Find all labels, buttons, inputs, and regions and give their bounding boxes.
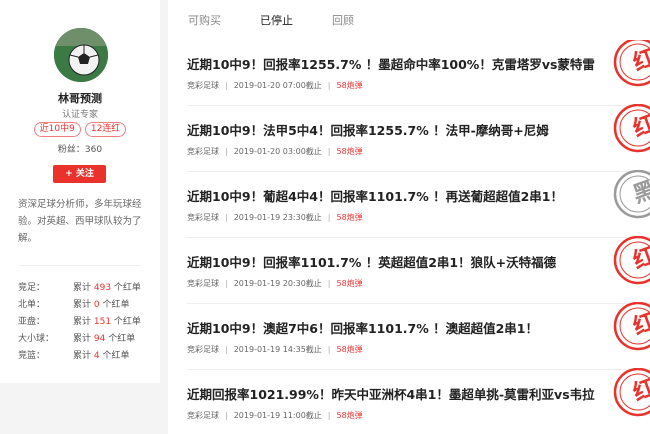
badge-streak: 12连红	[84, 122, 127, 137]
svg-text:红: 红	[630, 242, 650, 274]
avatar[interactable]	[54, 28, 108, 82]
result-stamp-icon: 红	[606, 367, 650, 420]
stat-row: 北单： 累计 0 个红单	[18, 300, 130, 310]
divider	[18, 265, 142, 266]
list-item[interactable]: 近期10中9！法甲5中4！回报率1255.7% ！法甲-摩纳哥+尼姆 竞彩足球 |…	[168, 103, 650, 172]
plan-title[interactable]: 近期10中9！澳超7中6！回报率1101.7% ！澳超超值2串1！	[187, 318, 538, 337]
result-stamp-icon: 黑	[606, 169, 650, 222]
plan-meta: 竞彩足球 | 2019-01-19 11:00截止 | 58炮弹	[187, 411, 363, 420]
list-item[interactable]: 近期10中9！回报率1101.7% ！英超超值2串1！狼队+沃特福德 竞彩足球 |…	[168, 235, 650, 304]
plan-title[interactable]: 近期10中9！葡超4中4！回报率1101.7% ！再送葡超超值2串1！	[187, 186, 563, 205]
svg-text:红: 红	[630, 374, 650, 406]
list-item[interactable]: 近期10中9！澳超7中6！回报率1101.7% ！澳超超值2串1！ 竞彩足球 | 2…	[168, 301, 650, 370]
expert-bio: 资深足球分析师，多年玩球经验。对英超、西甲球队较为了解。	[18, 199, 142, 244]
list-item[interactable]: 近期10中9！回报率1255.7% ！墨超命中率100%！克雷塔罗vs蒙特雷 竞…	[168, 40, 650, 106]
plan-list: 近期10中9！回报率1255.7% ！墨超命中率100%！克雷塔罗vs蒙特雷 竞…	[168, 40, 650, 434]
svg-text:黑: 黑	[630, 177, 650, 208]
follow-button[interactable]: + 关注	[53, 165, 106, 183]
svg-text:红: 红	[630, 110, 650, 142]
badge-row: 近10中9 12连红	[0, 122, 160, 137]
expert-sidebar: 林哥预测 认证专家 近10中9 12连红 粉丝：360 + 关注 资深足球分析师…	[0, 0, 160, 383]
plan-title[interactable]: 近期10中9！回报率1255.7% ！墨超命中率100%！克雷塔罗vs蒙特雷	[187, 54, 595, 73]
stat-row: 大小球： 累计 94 个红单	[18, 334, 136, 344]
badge-hit-rate: 近10中9	[33, 122, 81, 137]
stat-row: 竞篮： 累计 4 个红单	[18, 351, 130, 361]
result-stamp-icon: 红	[606, 103, 650, 156]
result-stamp-icon: 红	[606, 301, 650, 354]
result-stamp-icon: 红	[606, 235, 650, 288]
plan-meta: 竞彩足球 | 2019-01-19 14:35截止 | 58炮弹	[187, 345, 363, 354]
plan-meta: 竞彩足球 | 2019-01-20 03:00截止 | 58炮弹	[187, 147, 363, 156]
list-item[interactable]: 近期10中9！葡超4中4！回报率1101.7% ！再送葡超超值2串1！ 竞彩足球…	[168, 169, 650, 238]
svg-text:红: 红	[630, 308, 650, 340]
plan-title[interactable]: 近期10中9！法甲5中4！回报率1255.7% ！法甲-摩纳哥+尼姆	[187, 120, 549, 139]
stat-row: 亚盘： 累计 151 个红单	[18, 317, 141, 327]
list-item[interactable]: 近期回报率1021.99%！昨天中亚洲杯4串1！墨超单挑-莫雷利亚vs韦拉 竞彩…	[168, 367, 650, 434]
stat-row: 竞足： 累计 493 个红单	[18, 283, 141, 293]
result-stamp-icon: 红	[606, 40, 650, 90]
plan-meta: 竞彩足球 | 2019-01-19 23:30截止 | 58炮弹	[187, 213, 363, 222]
plan-title[interactable]: 近期回报率1021.99%！昨天中亚洲杯4串1！墨超单挑-莫雷利亚vs韦拉	[187, 384, 595, 403]
tab-purchasable[interactable]: 可购买	[188, 12, 221, 28]
svg-text:红: 红	[630, 44, 650, 76]
cert-label: 认证专家	[61, 110, 98, 120]
expert-name: 林哥预测	[58, 92, 102, 105]
tab-stopped[interactable]: 已停止	[260, 12, 293, 28]
fans-count: 粉丝：360	[57, 145, 103, 155]
plan-title[interactable]: 近期10中9！回报率1101.7% ！英超超值2串1！狼队+沃特福德	[187, 252, 556, 271]
tab-bar: 可购买 已停止 回顾	[168, 0, 650, 40]
plan-meta: 竞彩足球 | 2019-01-20 07:00截止 | 58炮弹	[187, 81, 363, 90]
tab-review[interactable]: 回顾	[332, 12, 354, 28]
plan-meta: 竞彩足球 | 2019-01-19 20:30截止 | 58炮弹	[187, 279, 363, 288]
